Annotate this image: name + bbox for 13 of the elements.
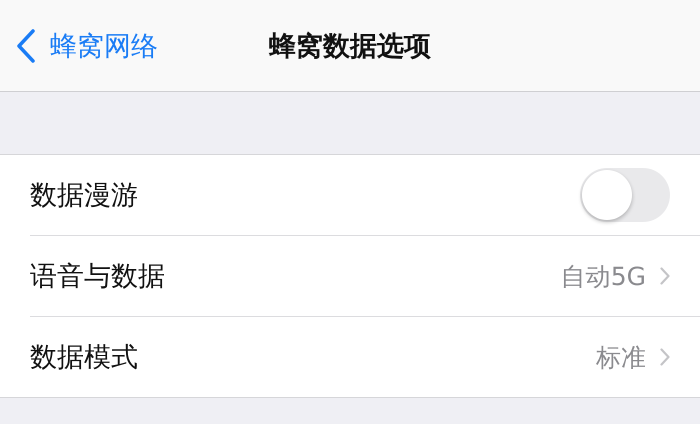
chevron-icon: [660, 348, 670, 366]
setting-label: 数据漫游: [30, 179, 138, 213]
setting-value: 自动5G: [560, 260, 646, 292]
setting-value: 标准: [596, 342, 646, 374]
toggle-switch[interactable]: [580, 168, 670, 222]
settings-row[interactable]: 数据模式 标准: [30, 317, 700, 397]
back-button[interactable]: 蜂窝网络: [0, 16, 158, 76]
chevron-left-icon: [16, 28, 36, 62]
setting-label: 数据模式: [30, 341, 138, 375]
chevron-icon: [660, 267, 670, 285]
page-title: 蜂窝数据选项: [269, 30, 431, 64]
setting-label: 语音与数据: [30, 260, 165, 294]
settings-row[interactable]: 语音与数据 自动5G: [30, 236, 700, 317]
